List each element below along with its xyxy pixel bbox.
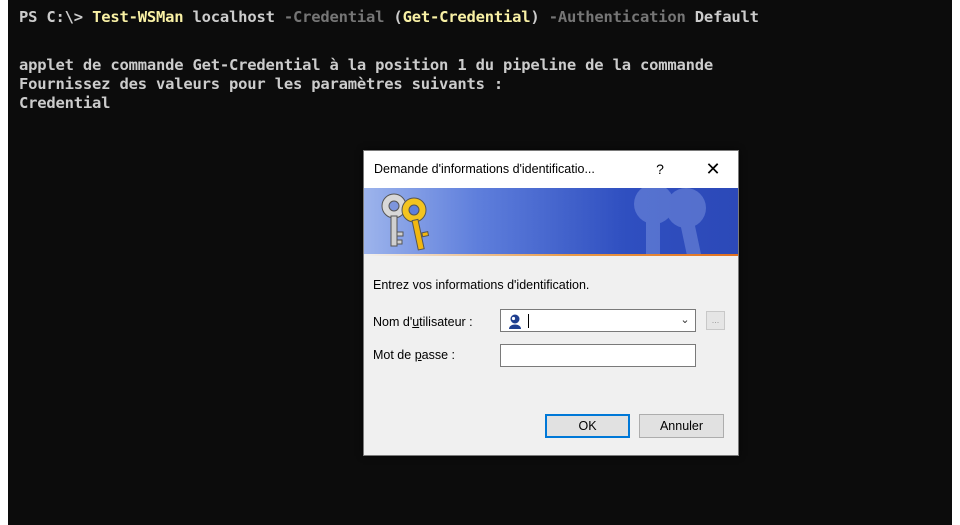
output-line-2: Fournissez des valeurs pour les paramètr… [19,75,503,93]
output-line-1: applet de commande Get-Credential à la p… [19,56,714,74]
command-line: PS C:\> Test-WSMan localhost -Credential… [19,8,759,26]
ok-button[interactable]: OK [545,414,630,438]
argument-authentication: Default [685,8,759,26]
parameter-authentication: -Authentication [539,8,686,26]
output-line-3: Credential [19,94,111,112]
username-label: Nom d'utilisateur : [373,315,473,329]
credential-dialog: Demande d'informations d'identificatio..… [363,150,739,456]
cancel-button[interactable]: Annuler [639,414,724,438]
help-button[interactable]: ? [650,158,670,180]
password-label: Mot de passe : [373,348,455,362]
browse-users-button[interactable]: ... [706,311,725,330]
argument-computername: localhost [183,8,284,26]
chevron-down-icon[interactable]: ⌄ [677,312,693,329]
parameter-credential: -Credential [283,8,385,26]
prompt: PS C:\> [19,8,93,26]
username-label-pre: Nom d' [373,315,413,329]
username-input[interactable] [531,312,671,329]
close-button[interactable]: ✕ [700,156,726,182]
banner-accent-line [364,254,738,256]
user-icon [507,313,523,329]
keys-icon [381,193,430,251]
password-label-pre: Mot de [373,348,415,362]
password-field[interactable] [500,344,696,367]
paren-open: ( [384,8,403,26]
dialog-banner [364,188,738,256]
subcommand-name: Get-Credential [402,8,531,26]
cmdlet-name: Test-WSMan [92,8,184,26]
dialog-prompt-text: Entrez vos informations d'identification… [373,278,590,292]
password-input[interactable] [504,347,690,364]
password-label-accelerator: p [414,348,422,362]
username-label-post: tilisateur : [419,315,473,329]
dialog-title: Demande d'informations d'identificatio..… [374,162,595,176]
username-combobox[interactable]: ⌄ [500,309,696,332]
paren-close: ) [530,8,540,26]
password-label-post: asse : [421,348,455,362]
keys-watermark-icon [634,188,706,256]
text-caret [528,314,529,328]
dialog-titlebar[interactable]: Demande d'informations d'identificatio..… [364,151,738,188]
